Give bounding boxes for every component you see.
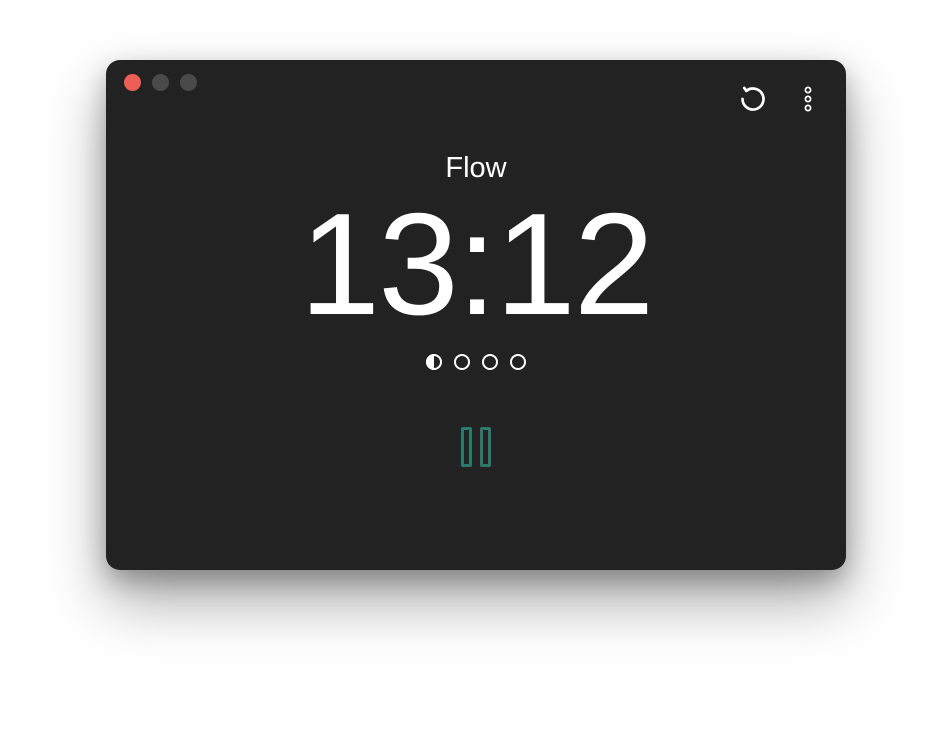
more-icon — [804, 85, 812, 113]
session-progress-dots — [426, 354, 526, 370]
top-actions — [738, 84, 818, 114]
window-controls — [124, 74, 197, 91]
more-button[interactable] — [798, 84, 818, 114]
pause-button[interactable] — [451, 422, 501, 472]
timer-display: 13:12 — [300, 188, 653, 340]
window-maximize-button[interactable] — [180, 74, 197, 91]
pause-icon — [461, 427, 472, 467]
progress-dot-2 — [454, 354, 470, 370]
progress-dot-3 — [482, 354, 498, 370]
timer-window: Flow 13:12 — [106, 60, 846, 570]
progress-dot-4 — [510, 354, 526, 370]
session-label: Flow — [445, 152, 506, 185]
pause-icon — [480, 427, 491, 467]
progress-dot-1 — [426, 354, 442, 370]
reset-button[interactable] — [738, 84, 768, 114]
window-minimize-button[interactable] — [152, 74, 169, 91]
window-close-button[interactable] — [124, 74, 141, 91]
reset-icon — [739, 85, 767, 113]
timer-content: Flow 13:12 — [106, 60, 846, 472]
